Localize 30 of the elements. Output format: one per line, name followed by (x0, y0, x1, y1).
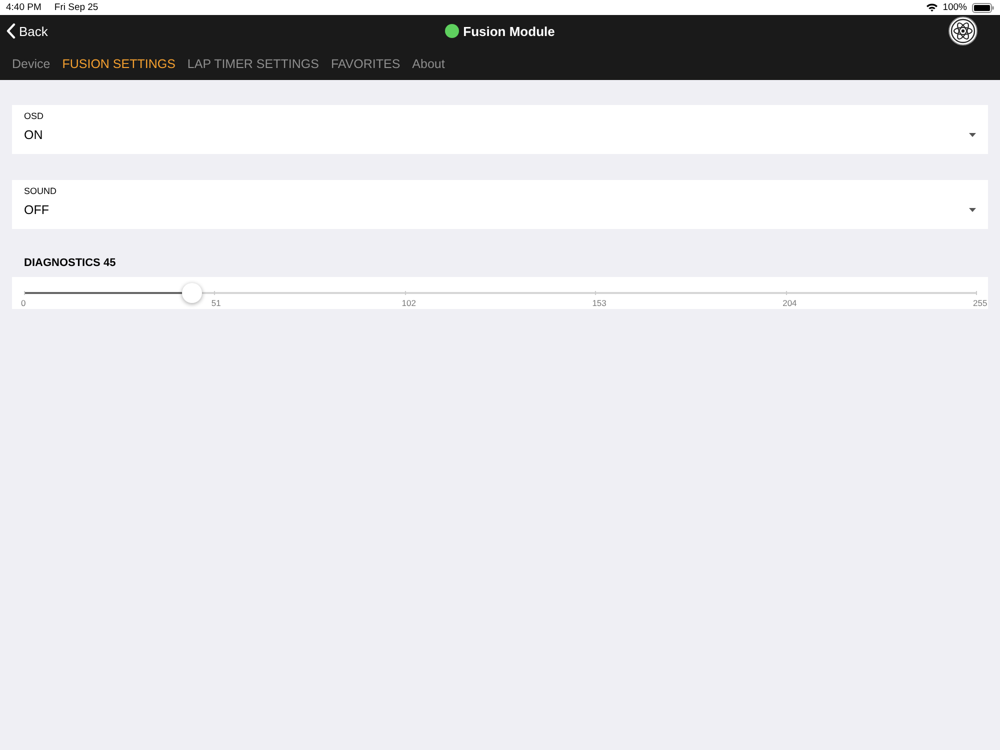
status-time: 4:40 PM (6, 2, 42, 13)
dropdown-field[interactable]: SOUND OFF (12, 180, 988, 229)
status-date: Fri Sep 25 (54, 2, 98, 13)
tab[interactable]: Device (12, 56, 50, 70)
tick-label: 102 (402, 298, 416, 308)
chevron-left-icon (6, 23, 16, 39)
tab[interactable]: About (412, 56, 445, 70)
atom-logo-icon[interactable] (948, 16, 978, 46)
tick-label: 51 (211, 298, 221, 308)
slider-thumb[interactable] (182, 283, 202, 303)
tab[interactable]: FAVORITES (330, 56, 400, 70)
tab[interactable]: LAP TIMER SETTINGS (187, 56, 319, 70)
wifi-icon (926, 3, 938, 12)
field-label: OSD (24, 111, 45, 121)
dropdown-caret-icon (969, 133, 976, 137)
field-value: OFF (24, 203, 49, 217)
field-label: SOUND (24, 186, 58, 196)
dropdown-caret-icon (969, 208, 976, 212)
slider-label: DIAGNOSTICS 45 (23, 257, 117, 269)
battery-percent: 100% (942, 2, 967, 13)
tick-label: 204 (782, 298, 797, 308)
tick-label: 0 (21, 298, 26, 308)
tick-label: 153 (592, 298, 606, 308)
battery-icon (972, 2, 994, 12)
field-value: ON (24, 128, 43, 142)
tick-label: 255 (973, 298, 988, 308)
tab[interactable]: FUSION SETTINGS (62, 56, 176, 70)
back-button[interactable]: Back (6, 23, 48, 39)
window-title: Fusion Module (463, 24, 555, 38)
dropdown-field[interactable]: OSD ON (12, 105, 988, 154)
